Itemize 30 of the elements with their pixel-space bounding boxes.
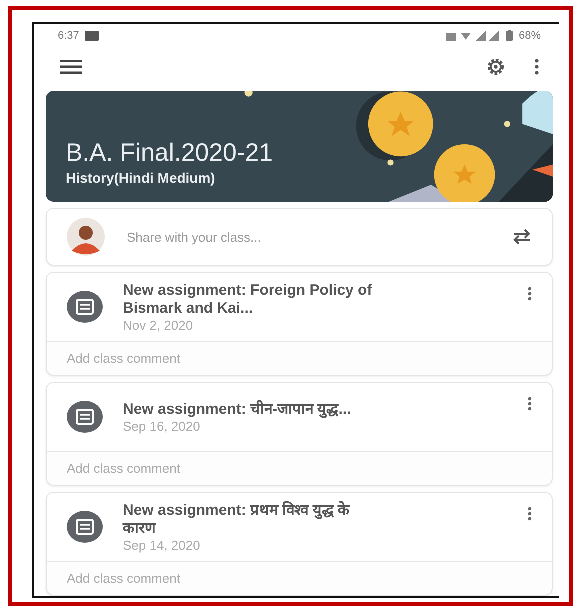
post-date: Sep 16, 2020: [123, 418, 202, 434]
assignment-icon: [67, 291, 103, 323]
comment-field[interactable]: Add class comment: [47, 561, 552, 595]
swap-icon[interactable]: [512, 229, 532, 245]
share-field[interactable]: Share with your class...: [125, 228, 492, 246]
post-date: Nov 2, 2020: [123, 318, 194, 332]
status-time: 6:37: [58, 30, 80, 42]
comment-input[interactable]: Add class comment: [67, 571, 532, 586]
signal-icon: [446, 30, 500, 41]
message-icon: [85, 30, 100, 41]
class-subtitle: History(Hindi Medium): [66, 170, 216, 186]
assignment-icon: [67, 511, 103, 543]
more-icon[interactable]: [528, 397, 532, 411]
avatar-icon: [67, 218, 105, 256]
class-title: B.A. Final.2020-21: [66, 139, 274, 168]
assignment-title[interactable]: New assignment: प्रथम विश्व युद्ध के कारण: [123, 502, 385, 538]
assignment-title[interactable]: New assignment: चीन-जापान युद्ध...: [123, 400, 385, 418]
comment-input[interactable]: Add class comment: [67, 461, 532, 476]
battery-percent: 68%: [518, 30, 541, 42]
assignment-title[interactable]: New assignment: Foreign Policy of Bismark and Kai...: [123, 282, 385, 318]
more-icon[interactable]: [535, 59, 539, 76]
more-icon[interactable]: [528, 507, 532, 521]
assignment-icon: [67, 401, 103, 433]
more-icon[interactable]: [528, 287, 532, 301]
comment-input[interactable]: Add class comment: [67, 351, 532, 366]
comment-field[interactable]: Add class comment: [47, 451, 552, 485]
battery-icon: [506, 30, 513, 42]
post-date: Sep 14, 2020: [123, 538, 202, 552]
comment-field[interactable]: Add class comment: [47, 341, 552, 375]
menu-icon[interactable]: [60, 60, 82, 74]
